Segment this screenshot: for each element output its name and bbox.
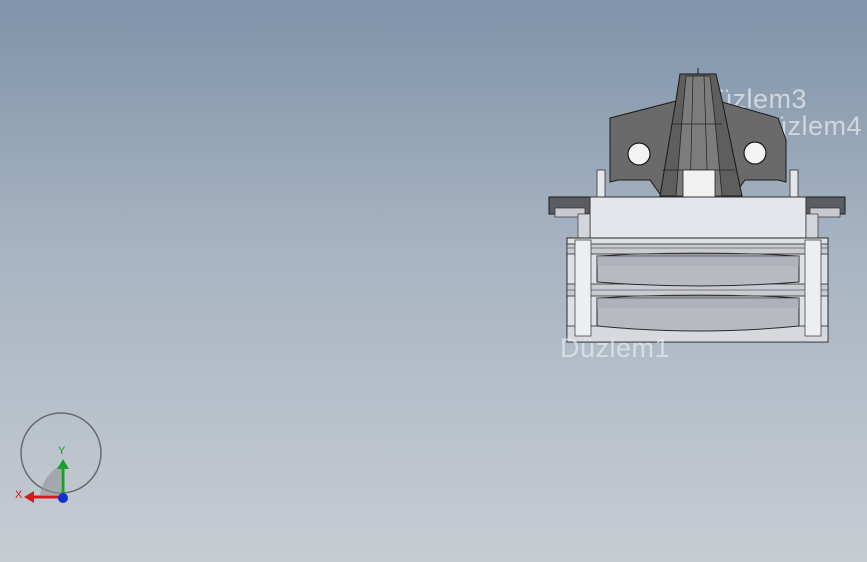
reference-triad[interactable]: Y X	[12, 405, 112, 510]
triad-shade	[40, 465, 61, 495]
z-axis-dot	[58, 493, 68, 503]
lower-body[interactable]	[566, 237, 829, 343]
part-model[interactable]	[540, 60, 850, 345]
y-arrowhead	[57, 459, 69, 469]
x-arrowhead	[24, 491, 34, 503]
plane-label-duzlem1[interactable]: Düzlem1	[560, 333, 670, 364]
x-axis-label: X	[15, 489, 23, 501]
y-axis-label: Y	[58, 445, 66, 457]
graphics-viewport[interactable]: Düzlem3 Düzlem4 Düzlem1 Y X	[0, 0, 867, 562]
top-bracket[interactable]	[609, 68, 787, 198]
